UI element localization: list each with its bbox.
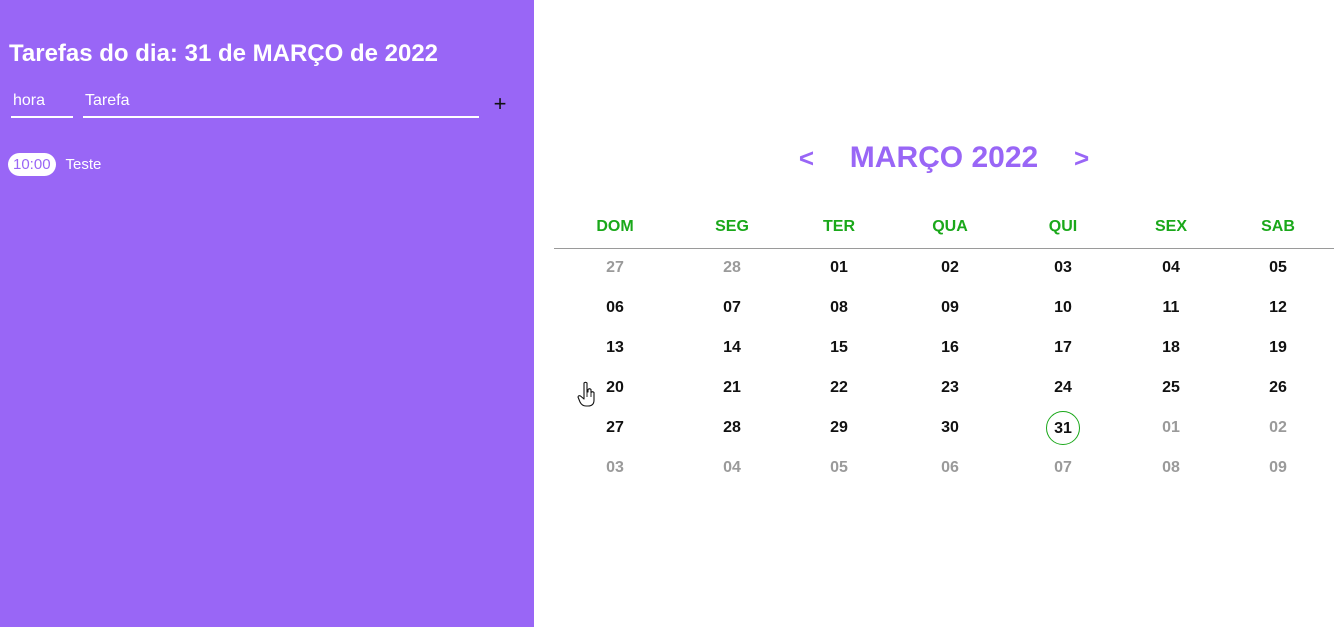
calendar-day[interactable]: 01 [822, 251, 856, 285]
calendar-day[interactable]: 13 [598, 331, 632, 365]
calendar-day[interactable]: 23 [933, 371, 967, 405]
calendar-day[interactable]: 30 [933, 411, 967, 445]
calendar-day-selected[interactable]: 31 [1046, 411, 1080, 445]
calendar-day[interactable]: 04 [715, 451, 749, 485]
calendar-day[interactable]: 04 [1154, 251, 1188, 285]
calendar-day[interactable]: 02 [933, 251, 967, 285]
calendar-day[interactable]: 06 [598, 291, 632, 325]
tarefa-input[interactable] [83, 86, 479, 118]
task-item[interactable]: 10:00 Teste [8, 153, 101, 176]
weekday-header: DOM SEG TER QUA QUI SEX SAB [554, 212, 1334, 249]
calendar-day[interactable]: 01 [1154, 411, 1188, 445]
hand-cursor-icon [577, 381, 595, 407]
calendar-day[interactable]: 25 [1154, 371, 1188, 405]
calendar-day[interactable]: 08 [822, 291, 856, 325]
calendar-day[interactable]: 27 [598, 411, 632, 445]
calendar-header: < MARÇO 2022 > [554, 140, 1334, 180]
calendar-day[interactable]: 28 [715, 251, 749, 285]
calendar-day[interactable]: 09 [933, 291, 967, 325]
calendar-day[interactable]: 27 [598, 251, 632, 285]
calendar-day[interactable]: 28 [715, 411, 749, 445]
calendar-day[interactable]: 02 [1261, 411, 1295, 445]
calendar-day[interactable]: 18 [1154, 331, 1188, 365]
task-sidebar: Tarefas do dia: 31 de MARÇO de 2022 + 10… [0, 0, 534, 627]
weekday-label-qua: QUA [932, 218, 968, 235]
page-title: Tarefas do dia: 31 de MARÇO de 2022 [9, 40, 439, 67]
calendar-day[interactable]: 17 [1046, 331, 1080, 365]
prev-month-button[interactable]: < [791, 140, 821, 176]
calendar-day[interactable]: 03 [1046, 251, 1080, 285]
calendar-day[interactable]: 07 [715, 291, 749, 325]
calendar-day[interactable]: 16 [933, 331, 967, 365]
calendar-day[interactable]: 03 [598, 451, 632, 485]
calendar-day[interactable]: 22 [822, 371, 856, 405]
weekday-label-seg: SEG [715, 218, 749, 235]
weekday-label-sab: SAB [1261, 218, 1295, 235]
hora-input[interactable] [11, 86, 73, 118]
calendar-day[interactable]: 10 [1046, 291, 1080, 325]
calendar-day[interactable]: 20 [598, 371, 632, 405]
calendar-day[interactable]: 08 [1154, 451, 1188, 485]
calendar-day[interactable]: 14 [715, 331, 749, 365]
calendar-day[interactable]: 06 [933, 451, 967, 485]
task-title: Teste [65, 156, 102, 173]
weekday-label-sex: SEX [1154, 218, 1187, 235]
calendar-day[interactable]: 26 [1261, 371, 1295, 405]
calendar-day[interactable]: 07 [1046, 451, 1080, 485]
calendar-day[interactable]: 12 [1261, 291, 1295, 325]
calendar-day[interactable]: 15 [822, 331, 856, 365]
calendar-day[interactable]: 19 [1261, 331, 1295, 365]
calendar-day[interactable]: 05 [822, 451, 856, 485]
calendar-day[interactable]: 09 [1261, 451, 1295, 485]
weekday-label-qui: QUI [1048, 218, 1078, 235]
calendar-day[interactable]: 11 [1154, 291, 1188, 325]
weekday-label-dom: DOM [596, 218, 634, 235]
calendar-grid: 27 28 01 02 03 04 05 06 07 08 09 10 11 12 13 14 15 16 17 18… [554, 248, 1334, 488]
calendar-day[interactable]: 05 [1261, 251, 1295, 285]
calendar-day[interactable]: 21 [715, 371, 749, 405]
weekday-label-ter: TER [823, 218, 855, 235]
next-month-button[interactable]: > [1067, 140, 1097, 176]
month-title: MARÇO 2022 [849, 141, 1039, 174]
calendar-day[interactable]: 24 [1046, 371, 1080, 405]
task-time-badge: 10:00 [8, 153, 56, 176]
add-task-button[interactable]: + [490, 92, 510, 116]
calendar-day[interactable]: 29 [822, 411, 856, 445]
